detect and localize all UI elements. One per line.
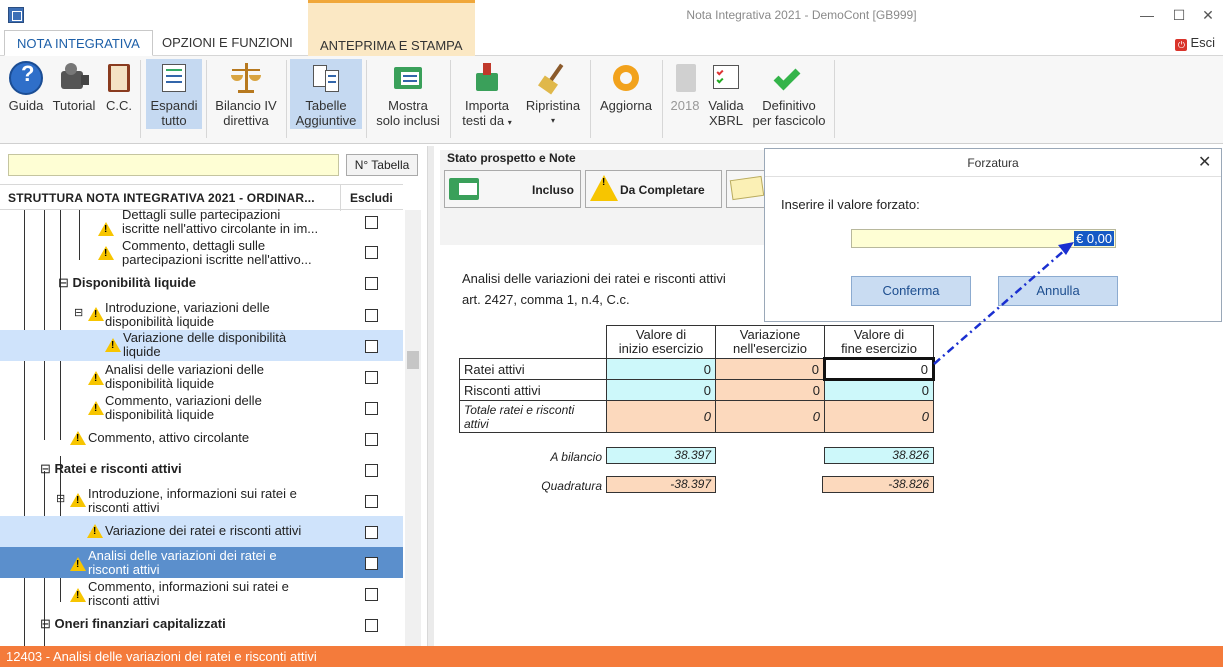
annotation-arrow: [933, 242, 1074, 365]
status-bar: 12403 - Analisi delle variazioni dei rat…: [0, 646, 1223, 667]
